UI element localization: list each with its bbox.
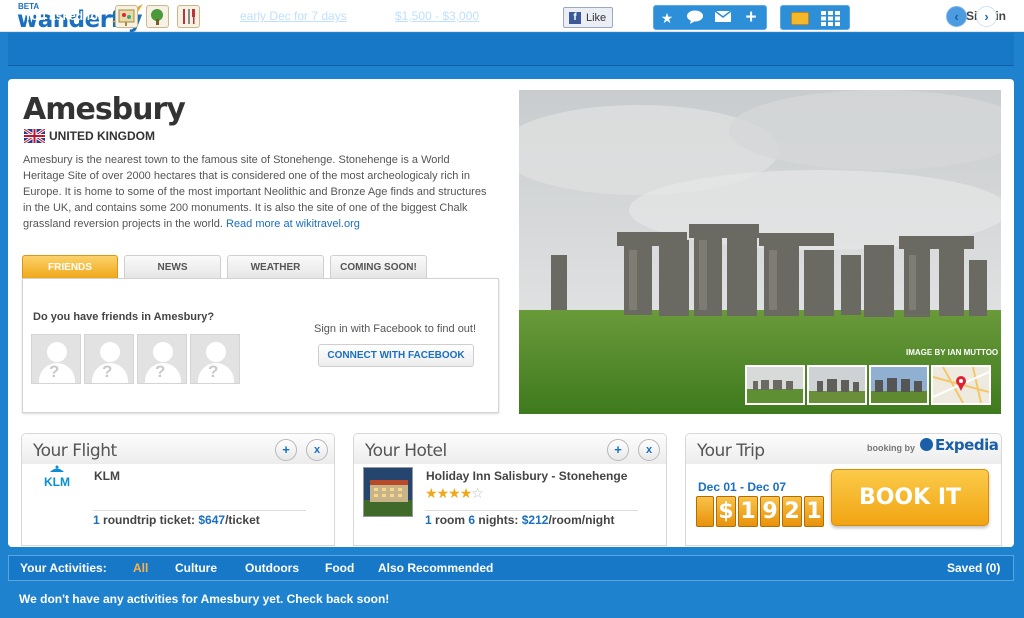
view-toggle-group: [780, 5, 850, 30]
photo-thumbnail[interactable]: [745, 365, 805, 405]
friend-placeholder-avatar: ?: [31, 334, 81, 384]
star-filled-icon: ★: [448, 485, 461, 501]
trip-dates: Dec 01 - Dec 07: [698, 480, 787, 494]
klm-logo-icon: KLM: [44, 465, 70, 489]
hotel-rating-stars: ★★★★☆: [425, 485, 484, 502]
tab-friends[interactable]: FRIENDS: [22, 255, 118, 278]
city-title: Amesbury: [23, 92, 186, 127]
comment-icon[interactable]: [685, 9, 705, 27]
dining-icon[interactable]: [177, 5, 200, 28]
facebook-like-button[interactable]: f Like: [563, 7, 613, 28]
photo-thumbnail[interactable]: [869, 365, 929, 405]
previous-trip-button[interactable]: ‹: [946, 6, 967, 27]
star-empty-icon: ☆: [471, 485, 484, 501]
nature-tree-icon[interactable]: [146, 5, 169, 28]
star-filled-icon: ★: [425, 485, 438, 501]
price-digit: 1: [738, 496, 758, 527]
flight-remove-button[interactable]: x: [306, 439, 328, 461]
hotel-price-line: 1 room 6 nights: $212/room/night: [425, 510, 638, 527]
country-name: UNITED KINGDOM: [49, 129, 155, 143]
map-thumbnail[interactable]: [931, 365, 991, 405]
star-icon[interactable]: ★: [657, 9, 677, 27]
activities-label: Your Activities:: [20, 561, 107, 575]
activity-tab-culture[interactable]: Culture: [175, 561, 217, 575]
painting-icon[interactable]: [115, 5, 138, 28]
plus-icon[interactable]: +: [741, 8, 761, 27]
card-view-icon[interactable]: [791, 12, 809, 25]
mail-icon[interactable]: [713, 9, 733, 27]
activities-bar: [8, 555, 1014, 581]
destination-description: Amesbury is the nearest town to the famo…: [23, 152, 493, 232]
hotel-remove-button[interactable]: x: [638, 439, 660, 461]
book-it-button[interactable]: BOOK IT: [831, 469, 989, 526]
friend-placeholder-avatar: ?: [84, 334, 134, 384]
next-trip-button[interactable]: ›: [976, 6, 997, 27]
facebook-icon: f: [569, 12, 581, 24]
expedia-logo: Expedia: [920, 436, 999, 454]
booking-by-label: booking by: [867, 443, 915, 453]
search-summary-bar: [8, 33, 1014, 66]
trip-card-title: Your Trip: [697, 441, 765, 461]
budget-link[interactable]: $1,500 - $3,000: [395, 9, 479, 23]
photo-thumbnail[interactable]: [807, 365, 867, 405]
airline-name: KLM: [94, 469, 120, 483]
hotel-photo: [363, 467, 413, 517]
activity-tab-food[interactable]: Food: [325, 561, 354, 575]
for-label: for: [366, 9, 382, 23]
in-label: in: [214, 9, 225, 23]
price-digit: 9: [760, 496, 780, 527]
no-activities-message: We don't have any activities for Amesbur…: [19, 592, 390, 606]
read-more-link[interactable]: Read more at wikitravel.org: [226, 218, 360, 230]
facebook-signin-prompt: Sign in with Facebook to find out!: [314, 323, 477, 335]
svg-text:KLM: KLM: [44, 475, 70, 489]
price-digit: 1: [804, 496, 824, 527]
friend-placeholder-avatar: ?: [137, 334, 187, 384]
hotel-card-title: Your Hotel: [365, 441, 447, 461]
hotel-add-button[interactable]: +: [607, 439, 629, 461]
hotel-name: Holiday Inn Salisbury - Stonehenge: [426, 469, 628, 483]
price-currency: $: [716, 496, 736, 527]
activity-tab-all[interactable]: All: [133, 561, 148, 575]
activity-tab-outdoors[interactable]: Outdoors: [245, 561, 299, 575]
friends-question: Do you have friends in Amesbury?: [33, 311, 215, 323]
like-label: Like: [586, 12, 607, 24]
star-filled-icon: ★: [436, 485, 450, 501]
friend-placeholder-avatar: ?: [190, 334, 240, 384]
activity-tab-also-recommended[interactable]: Also Recommended: [378, 561, 493, 575]
share-actions-group: ★ +: [653, 5, 767, 30]
change-trip-label: Change Trip: [867, 8, 937, 22]
flight-add-button[interactable]: +: [275, 439, 297, 461]
grid-view-icon[interactable]: [821, 11, 840, 29]
price-digit-blank: [696, 496, 714, 527]
tab-news[interactable]: NEWS: [124, 255, 221, 278]
tab-weather[interactable]: WEATHER: [227, 255, 324, 278]
travel-dates-link[interactable]: early Dec for 7 days: [240, 9, 347, 23]
tab-coming-soon[interactable]: COMING SOON!: [330, 255, 427, 278]
uk-flag-icon: [24, 129, 45, 143]
you-asked-for-label: You asked for: [24, 9, 103, 23]
price-digit: 2: [782, 496, 802, 527]
flight-card-title: Your Flight: [33, 441, 117, 461]
connect-facebook-button[interactable]: CONNECT WITH FACEBOOK: [318, 344, 474, 367]
photo-credit: IMAGE BY IAN MUTTOO: [906, 348, 999, 357]
flight-price-line: 1 roundtrip ticket: $647/ticket: [93, 510, 306, 527]
star-filled-icon: ★: [459, 485, 473, 501]
saved-count[interactable]: Saved (0): [947, 561, 1000, 575]
